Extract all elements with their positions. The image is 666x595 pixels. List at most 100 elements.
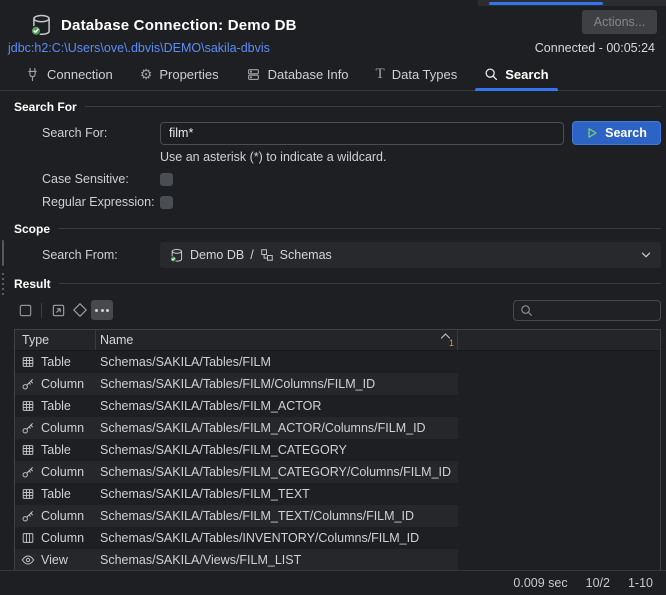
table-row[interactable]: Column Schemas/SAKILA/Tables/FILM_CATEGOR… (15, 461, 660, 483)
page-title: Database Connection: Demo DB (61, 17, 297, 34)
tab-label: Database Info (268, 67, 349, 82)
database-info-icon (246, 67, 261, 82)
table-icon (21, 399, 35, 413)
column-header-filler (458, 330, 660, 350)
section-title-search-for: Search For (14, 100, 77, 114)
tab-label: Data Types (392, 67, 458, 82)
search-from-dropdown[interactable]: Demo DB / Schemas (160, 242, 661, 268)
result-name-cell: Schemas/SAKILA/Views/FILM_LIST (96, 553, 458, 567)
key-icon (21, 421, 35, 435)
result-type-cell: Column (15, 509, 96, 523)
result-type-label: Column (41, 509, 84, 523)
tab-connection[interactable]: Connection (25, 58, 113, 90)
table-row[interactable]: TableSchemas/SAKILA/Tables/FILM_ACTOR (15, 395, 660, 417)
result-filter-input[interactable] (538, 303, 654, 317)
search-from-label: Search From: (42, 248, 160, 262)
search-button-label: Search (605, 126, 647, 140)
search-for-label: Search For: (42, 126, 160, 140)
status-bar: 0.009 sec 10/2 1-10 (0, 570, 666, 595)
result-type-cell: Table (15, 487, 96, 501)
select-rows-button[interactable] (14, 300, 36, 320)
panel-edge-grip[interactable] (2, 240, 4, 266)
section-divider (85, 106, 661, 107)
connection-status: Connected - 00:05:24 (535, 41, 655, 55)
table-row[interactable]: TableSchemas/SAKILA/Tables/FILM_CATEGORY (15, 439, 660, 461)
result-type-label: Table (41, 399, 71, 413)
actions-button[interactable]: Actions... (582, 10, 657, 34)
table-row[interactable]: Table Schemas/SAKILA/Tables/FILM_TEXT (15, 483, 660, 505)
more-options-icon (95, 309, 109, 312)
result-table-body: TableSchemas/SAKILA/Tables/FILMColumnSch… (15, 351, 660, 571)
scope-db-label: Demo DB (190, 248, 244, 262)
section-divider (59, 283, 661, 284)
table-icon (21, 443, 35, 457)
result-name-cell: Schemas/SAKILA/Tables/FILM/Columns/FILM_… (96, 377, 458, 391)
columns-icon (21, 531, 35, 545)
navigate-target-button[interactable] (69, 300, 91, 320)
open-in-window-button[interactable] (47, 300, 69, 320)
tab-database-info[interactable]: Database Info (246, 58, 349, 90)
table-icon (21, 355, 35, 369)
scope-separator: / (250, 248, 253, 262)
result-type-label: Column (41, 531, 84, 545)
result-name-cell: Schemas/SAKILA/Tables/FILM_CATEGORY/Colu… (96, 465, 458, 479)
result-name-cell: Schemas/SAKILA/Tables/FILM (96, 355, 458, 369)
column-header-type[interactable]: Type (15, 330, 96, 350)
gear-icon: ⚙ (140, 67, 153, 81)
case-sensitive-checkbox[interactable] (160, 173, 173, 186)
table-row[interactable]: ColumnSchemas/SAKILA/Tables/FILM_TEXT/Co… (15, 505, 660, 527)
plug-icon (25, 67, 40, 82)
table-row[interactable]: View Schemas/SAKILA/Views/FILM_LIST (15, 549, 660, 571)
section-title-scope: Scope (14, 222, 50, 236)
more-options-button[interactable] (91, 300, 113, 320)
tab-search[interactable]: Search (484, 58, 548, 90)
table-row[interactable]: Column Schemas/SAKILA/Tables/INVENTORY/Co… (15, 527, 660, 549)
table-row[interactable]: ColumnSchemas/SAKILA/Tables/FILM_ACTOR/C… (15, 417, 660, 439)
sort-asc-icon: 1 (440, 332, 454, 348)
tab-label: Search (505, 67, 548, 82)
column-header-name[interactable]: Name 1 (96, 330, 458, 350)
table-row[interactable]: Table Schemas/SAKILA/Tables/FILM (15, 351, 660, 373)
status-row-range: 1-10 (628, 576, 653, 590)
scope-node-label: Schemas (280, 248, 332, 262)
connection-header: Database Connection: Demo DB Actions... … (0, 6, 666, 58)
search-icon (484, 67, 498, 81)
result-name-cell: Schemas/SAKILA/Tables/INVENTORY/Columns/… (96, 531, 458, 545)
sort-order-badge: 1 (449, 338, 454, 348)
database-icon (169, 248, 184, 263)
section-divider (58, 228, 661, 229)
result-type-cell: Table (15, 399, 96, 413)
search-button[interactable]: Search (572, 121, 661, 145)
toolbar-separator (41, 303, 42, 318)
database-connection-window: Database Connection: Demo DB Actions... … (0, 0, 666, 595)
result-type-cell: Table (15, 355, 96, 369)
result-type-cell: Column (15, 531, 96, 545)
result-type-cell: Column (15, 377, 96, 391)
result-type-cell: Table (15, 443, 96, 457)
regular-expression-checkbox[interactable] (160, 196, 173, 209)
section-title-result: Result (14, 277, 51, 291)
result-type-label: Column (41, 421, 84, 435)
jdbc-url-link[interactable]: jdbc:h2:C:\Users\ove\.dbvis\DEMO\sakila-… (8, 41, 270, 55)
active-tab-indicator (489, 2, 603, 5)
search-for-input[interactable] (160, 122, 564, 145)
result-filter[interactable] (513, 300, 661, 321)
result-table-header: Type Name 1 (15, 329, 660, 351)
search-panel: Search For Search For: Search Use an ast… (0, 99, 666, 572)
result-table: Type Name 1 TableSchemas/SAKILA/Tables/F… (14, 329, 661, 572)
result-type-label: Table (41, 355, 71, 369)
splitter-grip[interactable] (2, 273, 5, 295)
magnifier-icon (520, 304, 533, 317)
schemas-icon (260, 248, 274, 262)
result-name-cell: Schemas/SAKILA/Tables/FILM_TEXT (96, 487, 458, 501)
regular-expression-label: Regular Expression: (42, 195, 160, 209)
result-type-label: View (41, 553, 68, 567)
result-name-cell: Schemas/SAKILA/Tables/FILM_CATEGORY (96, 443, 458, 457)
tab-data-types[interactable]: T Data Types (376, 58, 458, 90)
key-icon (21, 465, 35, 479)
table-row[interactable]: ColumnSchemas/SAKILA/Tables/FILM/Columns… (15, 373, 660, 395)
key-icon (21, 377, 35, 391)
tab-properties[interactable]: ⚙ Properties (140, 58, 219, 90)
result-type-label: Table (41, 487, 71, 501)
result-type-label: Column (41, 465, 84, 479)
